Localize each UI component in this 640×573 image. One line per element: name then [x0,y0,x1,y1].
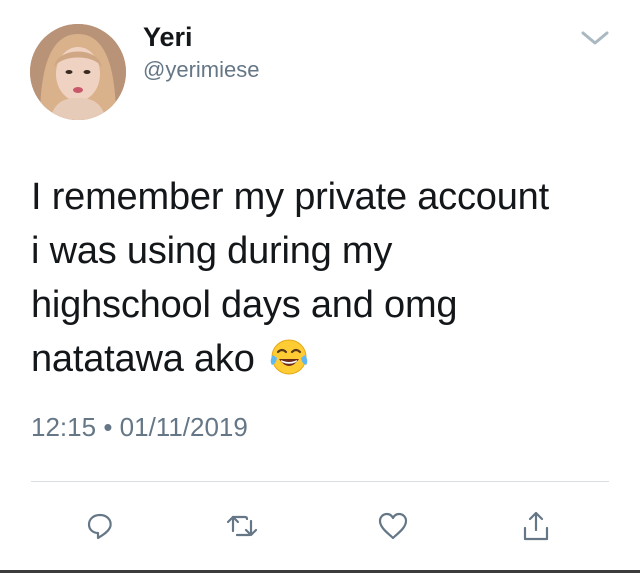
tweet-time: 12:15 [31,412,97,442]
avatar[interactable] [30,24,126,120]
tweet-date: 01/11/2019 [119,412,248,442]
tweet-card: Yeri @yerimiese I remember my private ac… [0,0,640,573]
tweet-text-line: highschool days and omg [31,284,458,326]
tweet-text-line: i was using during my [31,230,393,272]
tweet-timestamp[interactable]: 12:15 • 01/11/2019 [31,412,248,443]
tweet-text-line: I remember my private account [31,176,549,218]
reply-icon[interactable] [80,506,120,546]
like-icon[interactable] [373,506,413,546]
tweet-text: I remember my private account i was usin… [31,170,621,386]
tears-of-joy-emoji-icon [269,337,309,377]
share-icon[interactable] [516,506,556,546]
display-name[interactable]: Yeri [143,22,193,53]
retweet-icon[interactable] [222,506,262,546]
divider [31,481,609,482]
chevron-down-icon[interactable] [580,28,610,48]
tweet-text-line: natatawa ako [31,338,255,380]
tweet-text-last-line: natatawa ako [31,332,621,386]
avatar-image [30,24,126,120]
timestamp-separator: • [103,412,113,442]
tweet-actions [0,500,640,550]
user-handle[interactable]: @yerimiese [143,57,259,83]
